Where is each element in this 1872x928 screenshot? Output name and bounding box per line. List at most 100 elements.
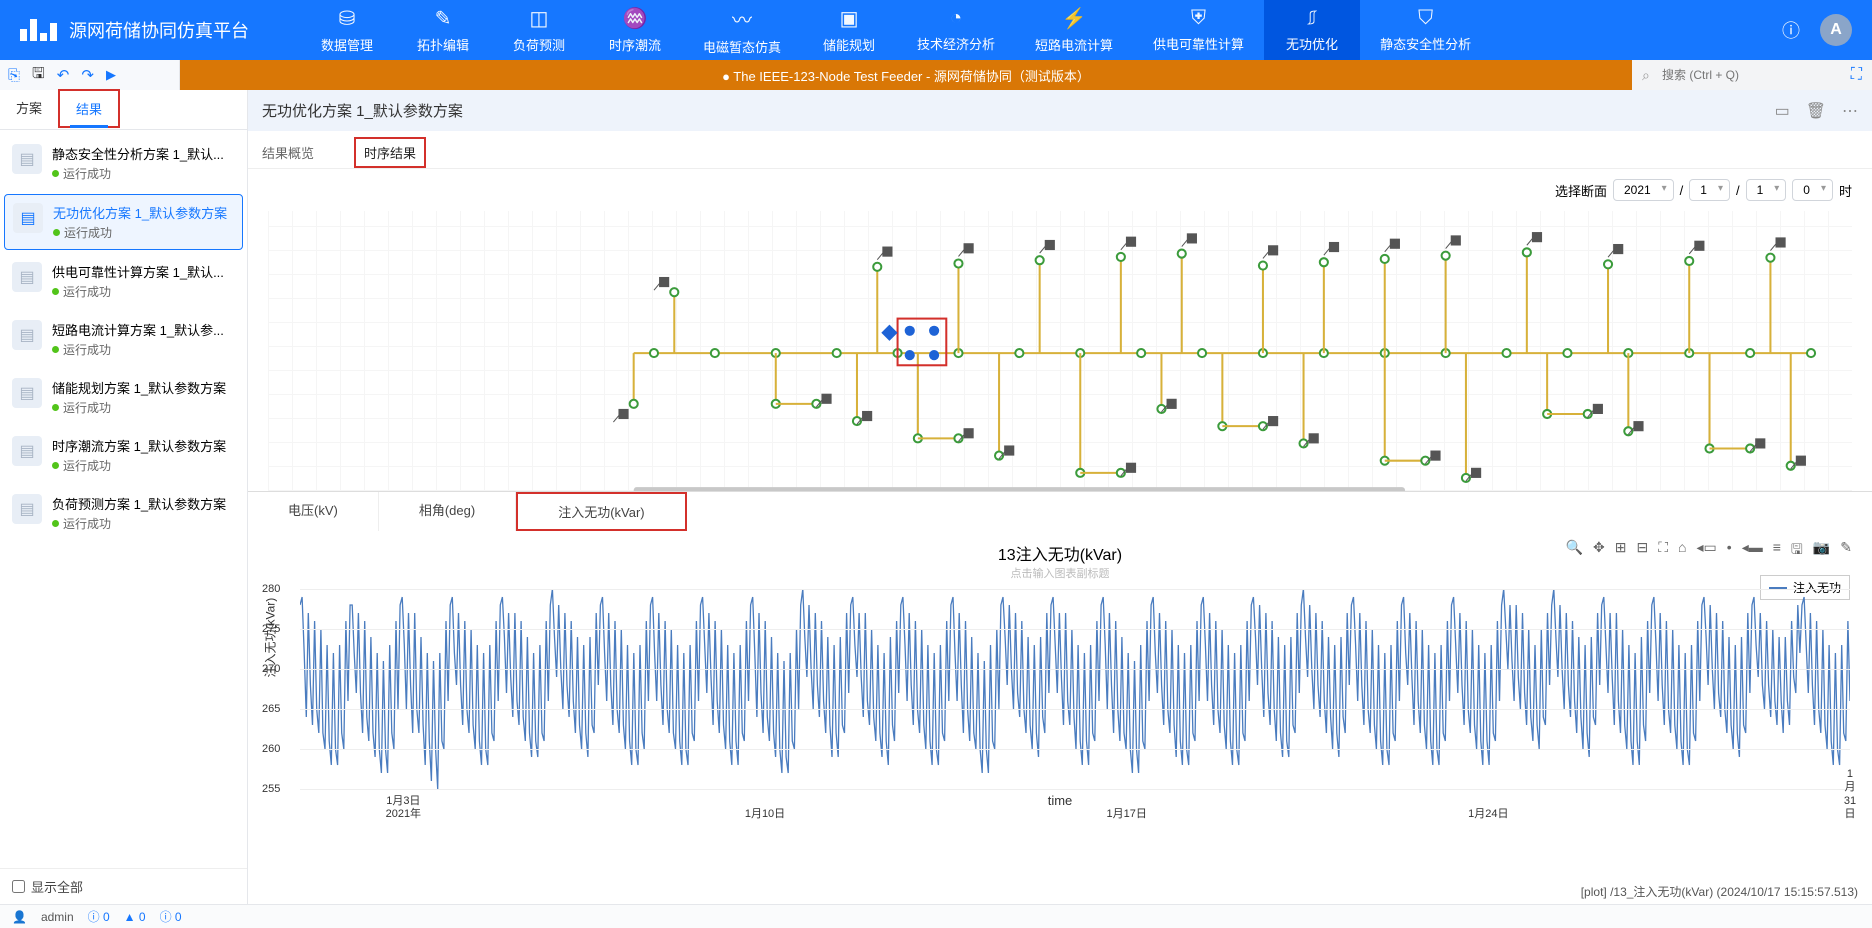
- hour-suffix: 时: [1839, 181, 1852, 200]
- left-tab-方案[interactable]: 方案: [0, 90, 58, 129]
- warn-badge[interactable]: ▲ 0: [124, 910, 146, 924]
- home-icon[interactable]: ⌂: [1678, 539, 1686, 563]
- plan-item[interactable]: ▤静态安全性分析方案 1_默认...运行成功: [4, 136, 243, 190]
- info-badge[interactable]: ⓘ 0: [88, 908, 110, 925]
- 静态安全性分析-icon: ⛉: [1418, 7, 1433, 30]
- line-svg: [300, 589, 1850, 789]
- plan-status: 运行成功: [52, 515, 226, 532]
- nav-tab-拓扑编辑[interactable]: ✎拓扑编辑: [395, 0, 491, 60]
- plan-title: 负荷预测方案 1_默认参数方案: [52, 494, 226, 513]
- plan-title: 无功优化方案 1_默认参数方案: [53, 203, 227, 222]
- 技术经济分析-icon: ◔: [950, 7, 962, 30]
- top-header: 源网荷储协同仿真平台 ⛁数据管理✎拓扑编辑◫负荷预测♒时序潮流〰电磁暂态仿真▣储…: [0, 0, 1872, 60]
- edit-icon[interactable]: ✎: [1840, 539, 1852, 563]
- plan-status: 运行成功: [52, 341, 224, 358]
- plan-title: 时序潮流方案 1_默认参数方案: [52, 436, 226, 455]
- more-icon[interactable]: ⋯: [1842, 101, 1858, 121]
- nav-tab-短路电流计算[interactable]: ⚡短路电流计算: [1015, 0, 1133, 60]
- plan-icon: ▤: [12, 378, 42, 408]
- year-select[interactable]: 2021: [1613, 179, 1674, 201]
- info-icon[interactable]: ⓘ: [1782, 17, 1800, 43]
- nav-tab-储能规划[interactable]: ▣储能规划: [801, 0, 897, 60]
- 负荷预测-icon: ◫: [530, 6, 549, 31]
- redo-icon[interactable]: ↷: [81, 66, 94, 84]
- zoom-icon[interactable]: 🔍: [1566, 539, 1583, 563]
- minus-box-icon[interactable]: ⊟: [1637, 539, 1649, 563]
- nav-tab-供电可靠性计算[interactable]: ⛨供电可靠性计算: [1133, 0, 1264, 60]
- plan-icon: ▤: [12, 494, 42, 524]
- fullscreen-icon[interactable]: ⛶: [1658, 539, 1668, 563]
- save-chart-icon[interactable]: 🖫: [1791, 539, 1803, 563]
- save-icon[interactable]: 🖫: [32, 63, 45, 88]
- 无功优化-icon: ⎎: [1307, 7, 1317, 30]
- chart-tab[interactable]: 相角(deg): [379, 492, 516, 531]
- nav-tab-无功优化[interactable]: ⎎无功优化: [1264, 0, 1360, 60]
- main: 方案结果 ▤ 静态安全性分析方案 1_默认... 运行成功 ▤ 无功优化方案 1_默认参…: [0, 90, 1872, 904]
- topology-canvas[interactable]: [248, 211, 1872, 491]
- chart-tab[interactable]: 电压(kV): [248, 492, 379, 531]
- month-select[interactable]: 1: [1689, 179, 1730, 201]
- status-user: admin: [41, 910, 74, 924]
- left-tab-结果[interactable]: 结果: [58, 89, 120, 128]
- plan-status: 运行成功: [53, 224, 227, 241]
- duplicate-icon[interactable]: ▭: [1775, 101, 1790, 121]
- list-icon[interactable]: ≡: [1773, 539, 1781, 563]
- nav-tab-负荷预测[interactable]: ◫负荷预测: [491, 0, 587, 60]
- plan-status: 运行成功: [52, 457, 226, 474]
- search-input[interactable]: [1642, 68, 1851, 82]
- chart-tab[interactable]: 注入无功(kVar): [516, 492, 686, 531]
- undo-icon[interactable]: ↶: [57, 66, 70, 84]
- plan-item[interactable]: ▤时序潮流方案 1_默认参数方案运行成功: [4, 428, 243, 482]
- top-right: ⓘ A: [1762, 14, 1872, 46]
- logo-area: 源网荷储协同仿真平台: [0, 17, 269, 43]
- nav-tab-数据管理[interactable]: ⛁数据管理: [299, 0, 395, 60]
- plan-title: 短路电流计算方案 1_默认参...: [52, 320, 224, 339]
- avatar[interactable]: A: [1820, 14, 1852, 46]
- plan-item[interactable]: ▤供电可靠性计算方案 1_默认...运行成功: [4, 254, 243, 308]
- chart-area: 🔍 ✥ ⊞ ⊟ ⛶ ⌂ ◂▭ • ◂▬ ≡ 🖫 📷 ✎ 13注入无功(kVar)…: [248, 531, 1872, 904]
- app-title: 源网荷储协同仿真平台: [69, 17, 249, 43]
- nav-tab-静态安全性分析[interactable]: ⛉静态安全性分析: [1360, 0, 1491, 60]
- 供电可靠性计算-icon: ⛨: [1191, 7, 1206, 30]
- camera-icon[interactable]: 📷: [1813, 539, 1830, 563]
- topology-svg: [248, 211, 1872, 491]
- x-axis-label: time: [260, 793, 1860, 808]
- chart-tabs: 电压(kV)相角(deg)注入无功(kVar): [248, 491, 1872, 531]
- delete-icon[interactable]: 🗑: [1806, 101, 1826, 121]
- sub-tab-结果概览[interactable]: 结果概览: [262, 137, 314, 168]
- chart-footer-info: [plot] /13_注入无功(kVar) (2024/10/17 15:15:…: [1581, 883, 1858, 900]
- tag2-icon[interactable]: ◂▬: [1742, 539, 1763, 563]
- plus-box-icon[interactable]: ⊞: [1615, 539, 1627, 563]
- sub-tab-时序结果[interactable]: 时序结果: [354, 137, 426, 168]
- file-title-banner: ● The IEEE-123-Node Test Feeder - 源网荷储协同…: [180, 60, 1632, 90]
- left-tabs: 方案结果: [0, 90, 247, 130]
- show-all-label: 显示全部: [31, 877, 83, 896]
- nav-tab-时序潮流[interactable]: ♒时序潮流: [587, 0, 683, 60]
- plan-item[interactable]: ▤ 负荷预测方案 1_默认参数方案运行成功: [4, 486, 243, 540]
- hour-select[interactable]: 0: [1792, 179, 1833, 201]
- plan-status: 运行成功: [52, 165, 224, 182]
- nav-tab-技术经济分析[interactable]: ◔技术经济分析: [897, 0, 1015, 60]
- chart-plot[interactable]: 注入无功(kVar) 2552602652702752801月3日2021年1月…: [300, 589, 1850, 789]
- play-icon[interactable]: ▶: [106, 67, 116, 83]
- plan-icon: ▤: [13, 203, 43, 233]
- plan-title: 静态安全性分析方案 1_默认...: [52, 144, 224, 163]
- pan-icon[interactable]: ✥: [1593, 539, 1605, 563]
- search-area: ⌕ ⛶: [1632, 60, 1872, 90]
- plan-status: 运行成功: [52, 399, 226, 416]
- day-select[interactable]: 1: [1746, 179, 1787, 201]
- chart-subtitle[interactable]: 点击输入图表副标题: [260, 565, 1860, 581]
- show-all-input[interactable]: [12, 880, 25, 893]
- show-all-checkbox[interactable]: 显示全部: [12, 877, 235, 896]
- err-badge[interactable]: ⓘ 0: [160, 908, 182, 925]
- plan-item[interactable]: ▤ 无功优化方案 1_默认参数方案运行成功: [4, 194, 243, 250]
- tag-icon[interactable]: ◂▭: [1697, 539, 1717, 563]
- dot-icon[interactable]: •: [1727, 539, 1732, 563]
- nav-tabs: ⛁数据管理✎拓扑编辑◫负荷预测♒时序潮流〰电磁暂态仿真▣储能规划◔技术经济分析⚡…: [299, 0, 1762, 60]
- right-panel: 无功优化方案 1_默认参数方案 ▭ 🗑 ⋯ 结果概览时序结果 选择断面 2021…: [248, 90, 1872, 904]
- plan-item[interactable]: ▤储能规划方案 1_默认参数方案运行成功: [4, 370, 243, 424]
- plan-item[interactable]: ▤短路电流计算方案 1_默认参...运行成功: [4, 312, 243, 366]
- panel-toggle-icon[interactable]: ⎘: [8, 67, 20, 84]
- nav-tab-电磁暂态仿真[interactable]: 〰电磁暂态仿真: [683, 0, 801, 60]
- expand-icon[interactable]: ⛶: [1851, 66, 1862, 84]
